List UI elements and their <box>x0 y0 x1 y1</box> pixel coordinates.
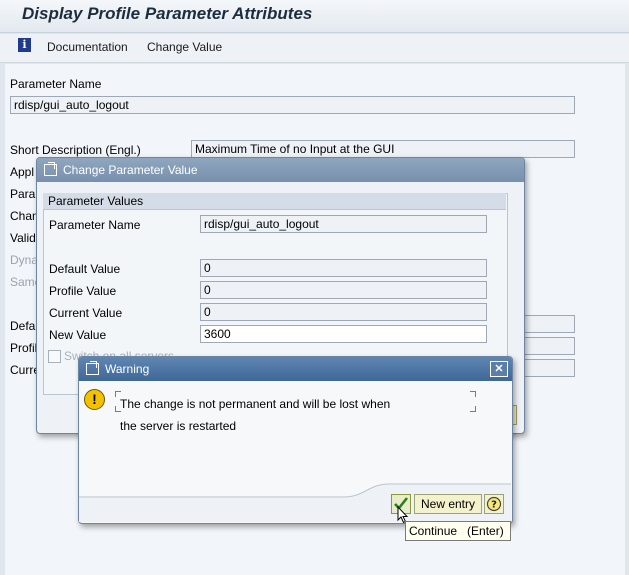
valid-label-partial: Valid <box>10 231 36 245</box>
default-value-label: Default Value <box>49 262 121 276</box>
page-title: Display Profile Parameter Attributes <box>22 4 313 23</box>
application-label-partial: Appl <box>10 165 35 179</box>
short-description-label: Short Description (Engl.) <box>10 143 141 157</box>
documentation-button[interactable]: Documentation <box>47 40 128 54</box>
parameter-name-field[interactable]: rdisp/gui_auto_logout <box>10 96 575 114</box>
profile-value-label: Profile Value <box>49 284 117 298</box>
help-button[interactable]: ? <box>484 494 504 514</box>
warning-message-line1: The change is not permanent and will be … <box>120 397 391 411</box>
warning-icon: ! <box>84 389 105 410</box>
warning-message-line2: the server is restarted <box>120 419 237 433</box>
parameter-name-label: Parameter Name <box>10 77 102 91</box>
profile-value-field-partial[interactable] <box>520 337 575 355</box>
dialog-window-icon <box>86 361 99 375</box>
switch-all-servers-checkbox[interactable] <box>48 350 61 363</box>
change-value-button[interactable]: Change Value <box>147 40 222 54</box>
profile-value-field[interactable]: 0 <box>200 281 487 299</box>
dialog-window-icon <box>44 162 57 176</box>
close-icon[interactable]: ✕ <box>490 361 508 377</box>
warning-dialog-title: Warning <box>105 362 150 376</box>
default-value-field-partial[interactable] <box>520 315 575 333</box>
dynamic-label-partial: Dyna <box>10 253 39 267</box>
info-icon[interactable]: i <box>18 38 31 52</box>
warning-message: The change is not permanent and will be … <box>120 393 470 437</box>
default-value-field[interactable]: 0 <box>200 259 487 277</box>
current-value-field[interactable]: 0 <box>200 303 487 321</box>
dialog-parameter-name-field[interactable]: rdisp/gui_auto_logout <box>200 215 487 233</box>
change-dialog-titlebar: Change Parameter Value <box>37 158 524 182</box>
continue-tooltip: Continue (Enter) <box>405 521 511 541</box>
change-dialog-title: Change Parameter Value <box>63 163 198 177</box>
new-entry-button[interactable]: New entry <box>414 494 482 514</box>
focus-bracket-top-right <box>470 391 476 397</box>
svg-text:?: ? <box>491 500 497 511</box>
current-value-label: Current Value <box>49 306 123 320</box>
current-value-field-partial[interactable] <box>520 359 575 377</box>
short-description-field[interactable]: Maximum Time of no Input at the GUI <box>191 140 575 158</box>
parameter-type-label-partial: Para <box>10 187 36 201</box>
profile-value-label-partial: Profil <box>10 341 38 355</box>
default-value-label-partial: Defa <box>10 319 36 333</box>
new-value-input[interactable]: 3600 <box>200 325 487 343</box>
help-icon: ? <box>486 496 502 512</box>
parameter-values-group-title: Parameter Values <box>48 194 144 208</box>
warning-dialog-titlebar: Warning <box>79 357 512 381</box>
dialog-parameter-name-label: Parameter Name <box>49 218 141 232</box>
focus-bracket-bottom-right <box>470 406 476 412</box>
change-permission-label-partial: Chan <box>10 209 39 223</box>
new-value-label: New Value <box>49 328 107 342</box>
